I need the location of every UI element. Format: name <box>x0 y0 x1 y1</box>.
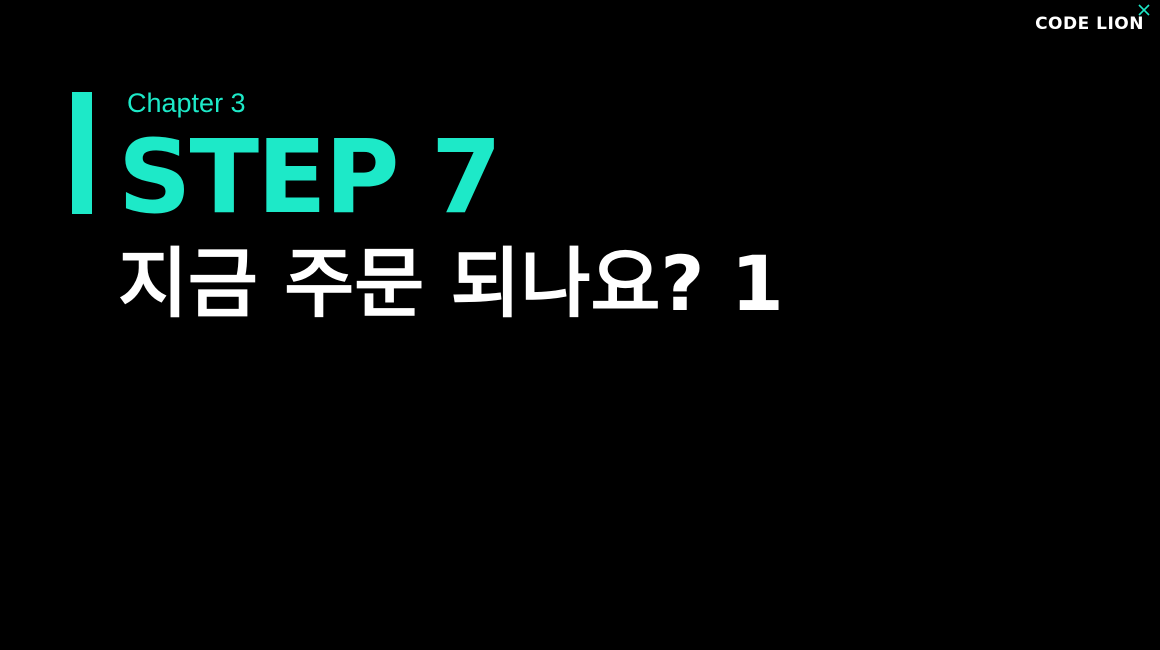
logo-mark-icon <box>1138 4 1150 16</box>
chapter-label: Chapter 3 <box>127 88 246 118</box>
slide-subtitle: 지금 주문 되나요? 1 <box>118 239 784 328</box>
step-title: STEP 7 <box>118 118 502 237</box>
accent-bar <box>72 92 92 214</box>
brand-logo-text: CODE LION <box>1035 14 1144 34</box>
brand-logo: CODE LION <box>1035 4 1150 36</box>
